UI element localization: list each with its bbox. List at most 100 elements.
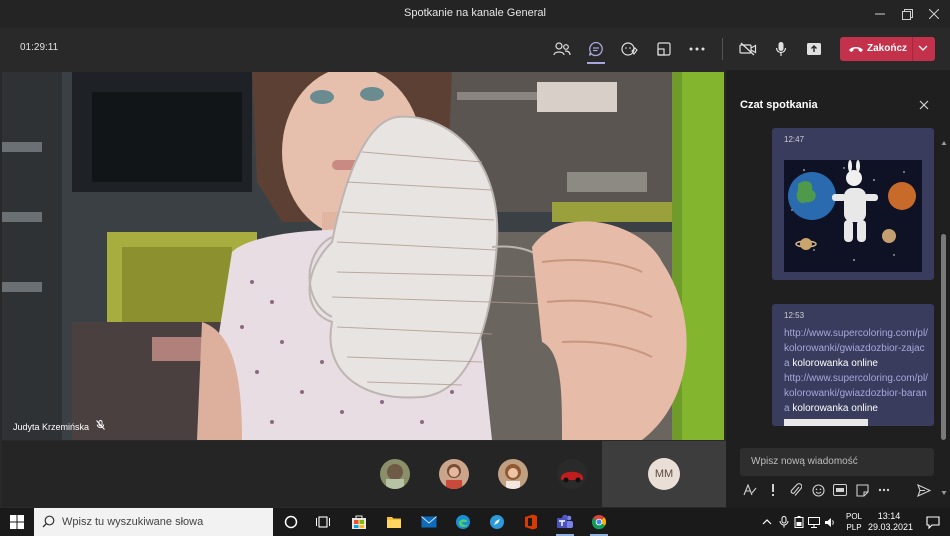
edge-taskbar-icon[interactable] <box>451 511 475 533</box>
participant-avatar[interactable] <box>380 459 410 489</box>
cortana-button[interactable] <box>279 511 303 533</box>
office-taskbar-icon[interactable] <box>519 511 543 533</box>
message-link-caption: kolorowanka online <box>789 403 878 414</box>
end-call-label: Zakończ <box>867 43 908 54</box>
chat-scrollbar[interactable] <box>941 140 947 496</box>
emoji-icon <box>811 483 825 497</box>
teams-meeting-window: Spotkanie na kanale General 01:29:11 Zak… <box>0 0 950 508</box>
format-button[interactable] <box>742 482 758 498</box>
participant-name-overlay: Judyta Krzemińska <box>13 420 105 432</box>
taskbar-search-box[interactable]: Wpisz tu wyszukiwane słowa <box>34 508 273 536</box>
avatar-image <box>498 459 528 489</box>
microphone-button[interactable] <box>768 37 794 61</box>
close-icon <box>929 9 939 19</box>
tray-chevron-up-icon[interactable] <box>762 518 772 526</box>
camera-off-icon <box>739 42 757 56</box>
scrollbar-thumb[interactable] <box>941 234 946 440</box>
chat-button[interactable] <box>583 37 609 64</box>
more-actions-button[interactable] <box>684 37 710 61</box>
people-icon <box>553 42 571 56</box>
emoji-button[interactable] <box>810 482 826 498</box>
participant-tile[interactable]: MM <box>602 441 726 507</box>
participant-avatar[interactable] <box>557 459 587 489</box>
end-call-button[interactable]: Zakończ <box>840 37 935 61</box>
app-taskbar-icon[interactable] <box>485 511 509 533</box>
teams-icon <box>557 514 573 528</box>
edge-browser-icon <box>456 515 470 529</box>
message-timestamp: 12:47 <box>784 135 805 144</box>
participants-button[interactable] <box>549 37 575 61</box>
camera-toggle-button[interactable] <box>735 37 761 61</box>
message-image[interactable] <box>784 160 922 272</box>
toolbar-divider <box>722 38 723 60</box>
tray-network-icon[interactable] <box>808 517 820 528</box>
paperclip-icon <box>790 483 802 496</box>
rooms-icon <box>657 42 671 56</box>
microphone-icon <box>775 42 787 56</box>
attach-button[interactable] <box>788 482 804 498</box>
scroll-up-icon[interactable] <box>941 140 947 146</box>
clock-date: 29.03.2021 <box>868 522 914 532</box>
start-button[interactable] <box>5 511 29 533</box>
avatar-image <box>380 459 410 489</box>
cortana-circle-icon <box>284 515 298 529</box>
input-language-indicator[interactable]: POL PLP <box>846 511 862 533</box>
space-picture <box>784 160 922 272</box>
taskbar-clock[interactable]: 13:14 29.03.2021 <box>868 511 914 533</box>
message-link-preview[interactable] <box>784 419 868 426</box>
participant-name: Judyta Krzemińska <box>13 422 90 432</box>
priority-button[interactable] <box>765 482 781 498</box>
file-explorer-taskbar-icon[interactable] <box>382 511 406 533</box>
tray-battery-icon[interactable] <box>794 516 804 528</box>
notifications-icon <box>926 515 940 529</box>
windows-logo-icon <box>10 515 24 529</box>
chat-panel-title: Czat spotkania <box>740 99 818 111</box>
store-icon <box>352 515 366 529</box>
tray-volume-icon[interactable] <box>824 517 836 528</box>
message-compose-box[interactable]: Wpisz nową wiadomość <box>740 448 934 476</box>
participant-avatar[interactable] <box>498 459 528 489</box>
message-text: http://www.supercoloring.com/pl/kolorowa… <box>784 326 930 416</box>
scroll-down-icon[interactable] <box>941 490 947 496</box>
store-taskbar-icon[interactable] <box>347 511 371 533</box>
compass-app-icon <box>490 515 504 529</box>
chevron-down-icon[interactable] <box>918 43 928 53</box>
windows-taskbar: Wpisz tu wyszukiwane słowa POL PLP 13:14… <box>0 508 950 536</box>
avatar-image <box>439 459 469 489</box>
more-options-button[interactable] <box>876 482 892 498</box>
reactions-button[interactable] <box>617 37 643 61</box>
action-center-button[interactable] <box>921 511 945 533</box>
gif-icon <box>833 484 847 496</box>
sticker-icon <box>855 483 869 497</box>
mail-taskbar-icon[interactable] <box>417 511 441 533</box>
close-window-button[interactable] <box>918 0 950 28</box>
mail-icon <box>421 516 437 528</box>
breakout-rooms-button[interactable] <box>651 37 677 61</box>
more-icon <box>689 47 705 51</box>
language-code: POL <box>846 512 863 521</box>
chat-icon <box>588 41 603 57</box>
search-placeholder: Wpisz tu wyszukiwane słowa <box>62 516 204 528</box>
compose-placeholder: Wpisz nową wiadomość <box>751 456 858 467</box>
minimize-icon <box>875 13 885 15</box>
teams-taskbar-icon[interactable] <box>553 511 577 536</box>
message-link-caption: kolorowanka online <box>789 358 878 369</box>
gif-button[interactable] <box>832 482 848 498</box>
send-button[interactable] <box>916 482 932 498</box>
meeting-chat-panel: Czat spotkania 12:47 12:53 http://www.su… <box>726 70 950 508</box>
exclamation-icon <box>772 484 774 496</box>
task-view-button[interactable] <box>311 511 335 533</box>
chrome-icon <box>591 515 607 530</box>
message-timestamp: 12:53 <box>784 311 805 320</box>
chrome-taskbar-icon[interactable] <box>587 511 611 536</box>
sticker-button[interactable] <box>854 482 870 498</box>
keyboard-layout: PLP <box>846 523 862 532</box>
office-icon <box>525 514 537 530</box>
participant-avatar[interactable] <box>439 459 469 489</box>
reactions-icon <box>621 42 638 56</box>
format-pen-icon <box>743 484 757 496</box>
tray-webcam-icon[interactable] <box>779 516 789 528</box>
share-screen-button[interactable] <box>801 37 827 61</box>
folder-icon <box>387 517 401 528</box>
close-chat-icon[interactable] <box>917 98 931 112</box>
